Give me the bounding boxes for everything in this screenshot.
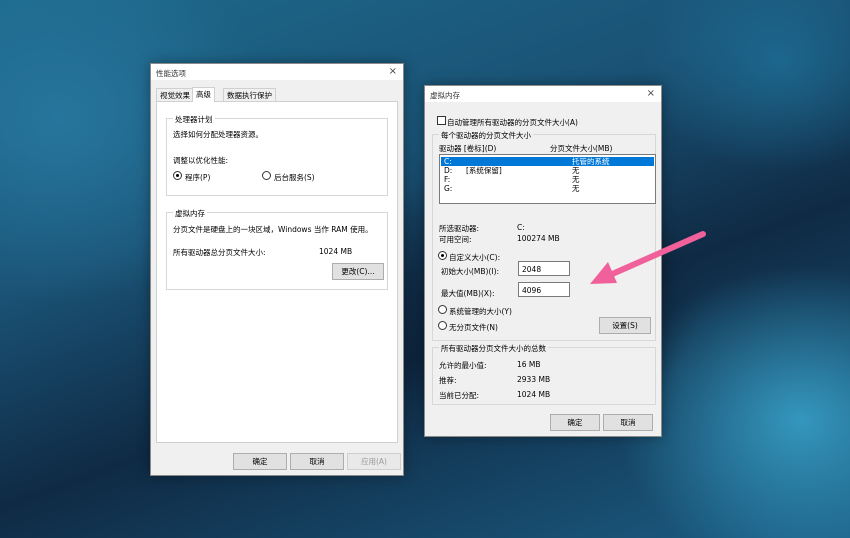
tab-panel: 处理器计划 选择如何分配处理器资源。 调整以优化性能: 程序(P) 后台服务(S… — [156, 101, 398, 443]
drive-letter: C: — [444, 157, 452, 166]
initial-size-label: 初始大小(MB)(I): — [441, 267, 500, 276]
apply-button[interactable]: 应用(A) — [347, 453, 401, 470]
processor-scheduling-group: 处理器计划 选择如何分配处理器资源。 调整以优化性能: 程序(P) 后台服务(S… — [166, 114, 388, 196]
tab-visual-effects[interactable]: 视觉效果 — [156, 88, 194, 102]
recommended-value: 2933 MB — [517, 375, 551, 384]
title-bar: 虚拟内存 × — [425, 86, 661, 102]
ok-button[interactable]: 确定 — [233, 453, 287, 470]
list-item[interactable]: F: 无 — [441, 175, 654, 184]
tab-data-execution-prevention[interactable]: 数据执行保护 — [223, 88, 276, 102]
list-item[interactable]: C: 托管的系统 — [441, 157, 654, 166]
selected-drive-value: C: — [517, 223, 525, 232]
paging-per-drive-group: 每个驱动器的分页文件大小 驱动器 [卷标](D) 分页文件大小(MB) C: 托… — [432, 130, 656, 341]
min-allowed-label: 允许的最小值: — [439, 361, 487, 370]
list-item[interactable]: D: [系统保留] 无 — [441, 166, 654, 175]
total-paging-group: 所有驱动器分页文件大小的总数 允许的最小值: 16 MB 推荐: 2933 MB… — [432, 343, 656, 405]
virtual-memory-legend: 虚拟内存 — [173, 208, 207, 219]
currently-allocated-value: 1024 MB — [517, 390, 551, 399]
title-bar: 性能选项 × — [151, 64, 403, 80]
drive-size: 无 — [572, 184, 580, 193]
virtual-memory-group: 虚拟内存 分页文件是硬盘上的一块区域，Windows 当作 RAM 使用。 所有… — [166, 208, 388, 290]
currently-allocated-label: 当前已分配: — [439, 391, 480, 400]
virtual-memory-window: 虚拟内存 × 自动管理所有驱动器的分页文件大小(A) 每个驱动器的分页文件大小 … — [424, 85, 662, 437]
drive-letter: F: — [444, 175, 451, 184]
virtual-memory-desc: 分页文件是硬盘上的一块区域，Windows 当作 RAM 使用。 — [173, 225, 373, 234]
processor-scheduling-legend: 处理器计划 — [173, 114, 215, 125]
close-icon[interactable]: × — [647, 88, 655, 99]
cancel-button[interactable]: 取消 — [603, 414, 653, 431]
column-drive-header: 驱动器 [卷标](D) — [439, 144, 497, 153]
programs-radio[interactable] — [173, 171, 182, 180]
drive-letter: G: — [444, 184, 453, 193]
drive-letter: D: — [444, 166, 453, 175]
background-services-radio[interactable] — [262, 171, 271, 180]
max-size-label: 最大值(MB)(X): — [441, 289, 495, 298]
max-size-input[interactable]: 4096 — [518, 282, 570, 297]
system-managed-radio[interactable] — [438, 305, 447, 314]
free-space-label: 可用空间: — [439, 235, 472, 244]
column-size-header: 分页文件大小(MB) — [550, 144, 613, 153]
list-item[interactable]: G: 无 — [441, 184, 654, 193]
auto-manage-checkbox[interactable] — [437, 116, 446, 125]
total-paging-label: 所有驱动器总分页文件大小: — [173, 248, 266, 257]
paging-per-drive-legend: 每个驱动器的分页文件大小 — [439, 130, 533, 141]
drive-label: [系统保留] — [466, 166, 502, 175]
free-space-value: 100274 MB — [517, 234, 560, 243]
ok-button[interactable]: 确定 — [550, 414, 600, 431]
programs-label[interactable]: 程序(P) — [185, 172, 210, 183]
no-paging-file-label[interactable]: 无分页文件(N) — [449, 322, 498, 333]
drive-size: 无 — [572, 166, 580, 175]
change-button[interactable]: 更改(C)... — [332, 263, 384, 280]
auto-manage-label[interactable]: 自动管理所有驱动器的分页文件大小(A) — [447, 117, 578, 128]
min-allowed-value: 16 MB — [517, 360, 541, 369]
no-paging-file-radio[interactable] — [438, 321, 447, 330]
cancel-button[interactable]: 取消 — [290, 453, 344, 470]
system-managed-label[interactable]: 系统管理的大小(Y) — [449, 306, 512, 317]
drive-list[interactable]: C: 托管的系统 D: [系统保留] 无 F: 无 G: 无 — [439, 154, 656, 204]
selected-drive-label: 所选驱动器: — [439, 224, 480, 233]
set-button[interactable]: 设置(S) — [599, 317, 651, 334]
custom-size-label[interactable]: 自定义大小(C): — [449, 252, 500, 263]
performance-options-window: 性能选项 × 视觉效果 高级 数据执行保护 处理器计划 选择如何分配处理器资源。… — [150, 63, 404, 476]
tab-advanced[interactable]: 高级 — [192, 87, 215, 102]
adjust-label: 调整以优化性能: — [173, 156, 229, 165]
total-paging-value: 1024 MB — [319, 247, 353, 256]
window-title: 性能选项 — [156, 69, 186, 78]
custom-size-radio[interactable] — [438, 251, 447, 260]
processor-desc: 选择如何分配处理器资源。 — [173, 130, 263, 139]
initial-size-input[interactable]: 2048 — [518, 261, 570, 276]
drive-size: 无 — [572, 175, 580, 184]
drive-size: 托管的系统 — [572, 157, 610, 166]
recommended-label: 推荐: — [439, 376, 457, 385]
total-paging-legend: 所有驱动器分页文件大小的总数 — [439, 343, 548, 354]
background-services-label[interactable]: 后台服务(S) — [274, 172, 315, 183]
close-icon[interactable]: × — [389, 66, 397, 77]
window-title: 虚拟内存 — [430, 91, 460, 100]
